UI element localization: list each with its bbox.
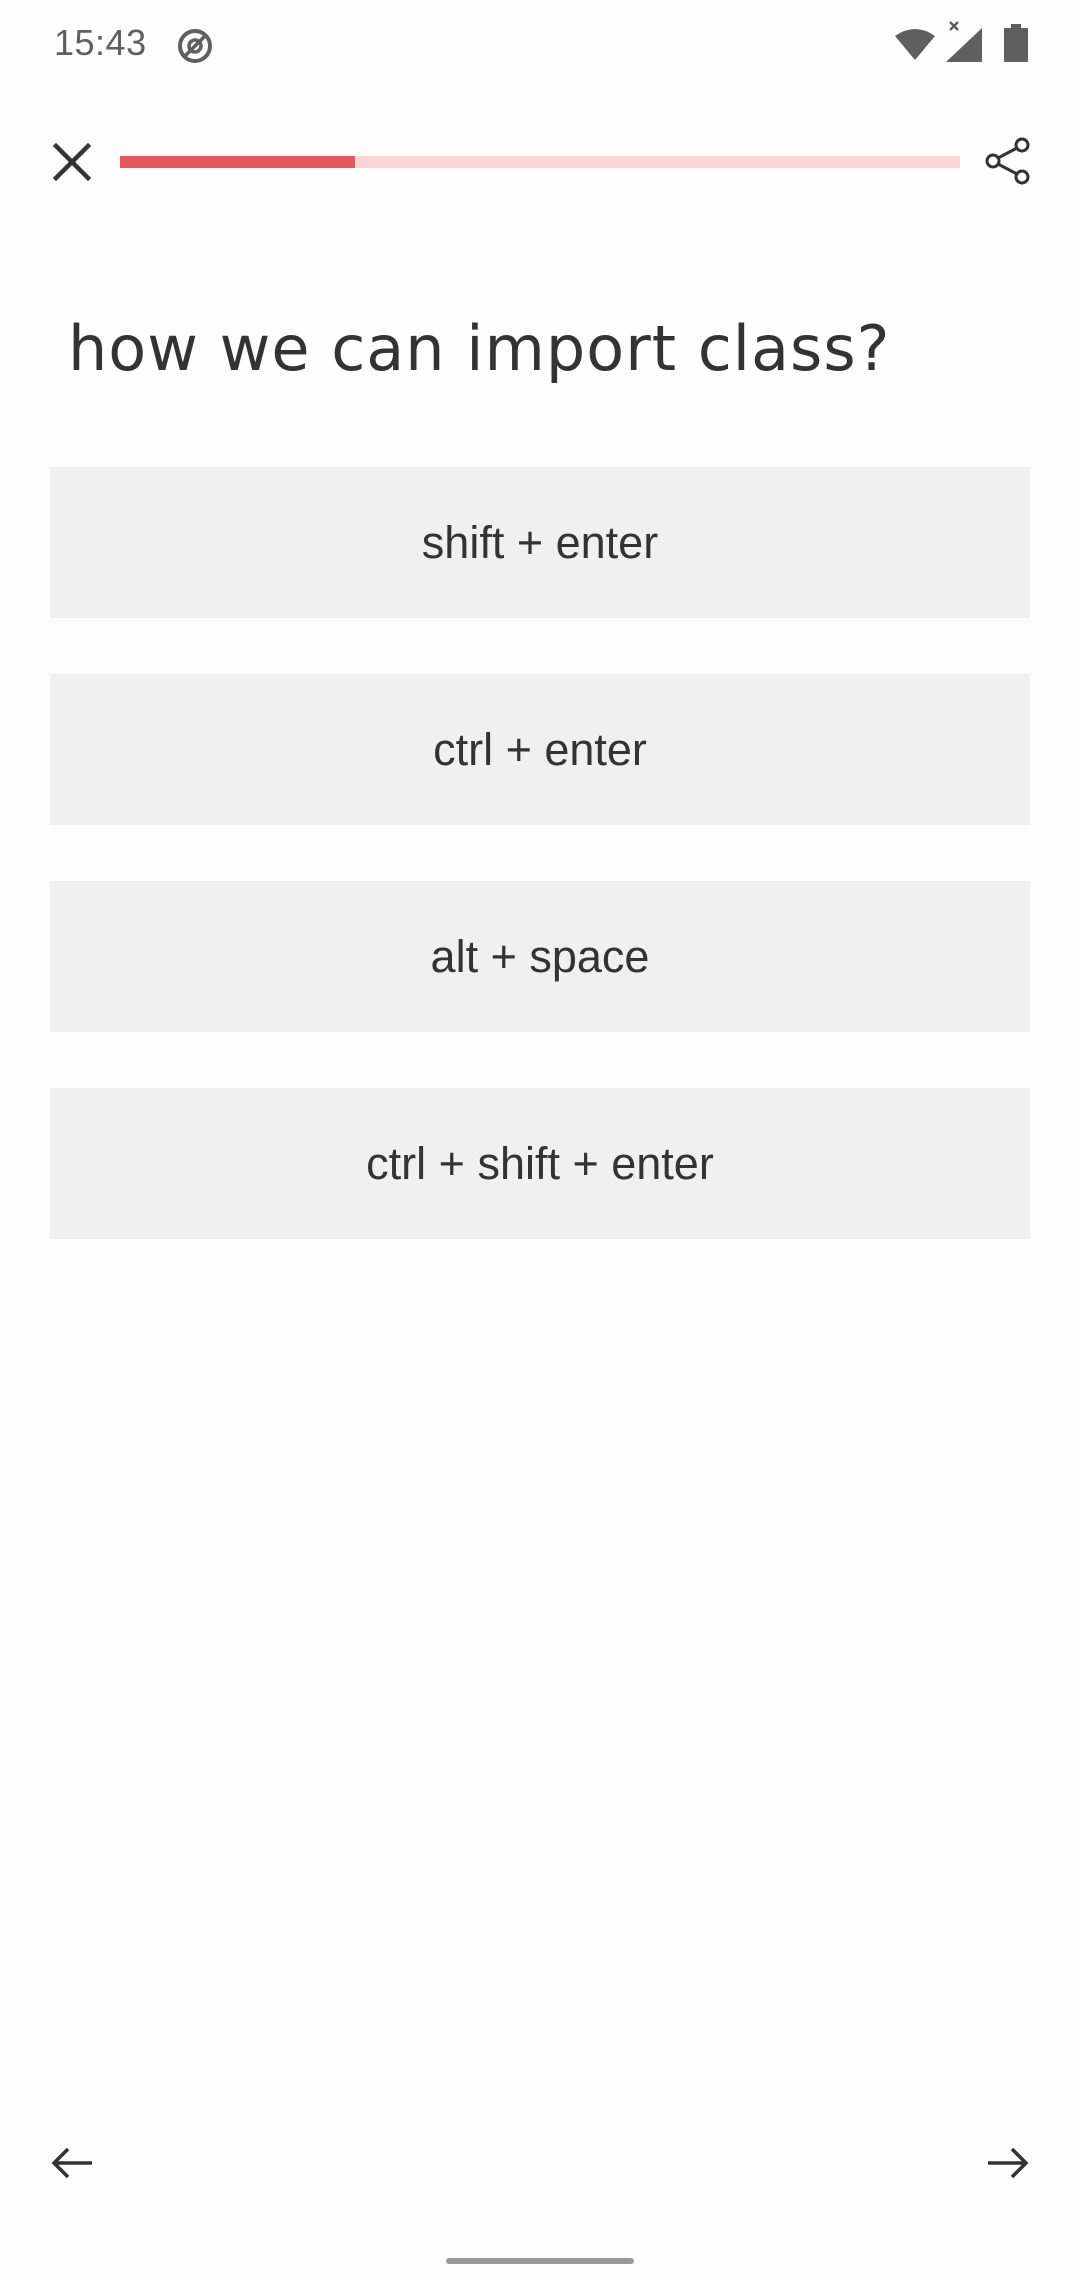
answer-option[interactable]: alt + space: [50, 881, 1030, 1032]
wifi-icon: [895, 29, 935, 60]
signal-icon: [946, 21, 982, 62]
status-time: 15:43: [54, 22, 147, 63]
share-icon[interactable]: [984, 136, 1032, 186]
close-icon[interactable]: [48, 138, 96, 186]
progress-fill: [120, 156, 356, 168]
status-bar: 15:43: [0, 0, 1080, 92]
answer-option[interactable]: shift + enter: [50, 467, 1030, 618]
arrow-left-icon[interactable]: [50, 2140, 96, 2186]
top-bar: [0, 130, 1080, 194]
progress-bar: [120, 156, 960, 168]
question-text: how we can import class?: [68, 312, 891, 385]
answer-option[interactable]: ctrl + enter: [50, 674, 1030, 825]
sync-icon: [178, 29, 212, 63]
battery-icon: [1004, 24, 1028, 62]
answer-option[interactable]: ctrl + shift + enter: [50, 1088, 1030, 1239]
arrow-right-icon[interactable]: [984, 2140, 1030, 2186]
home-indicator[interactable]: [446, 2258, 634, 2264]
answer-options: shift + enter ctrl + enter alt + space c…: [50, 467, 1030, 1295]
